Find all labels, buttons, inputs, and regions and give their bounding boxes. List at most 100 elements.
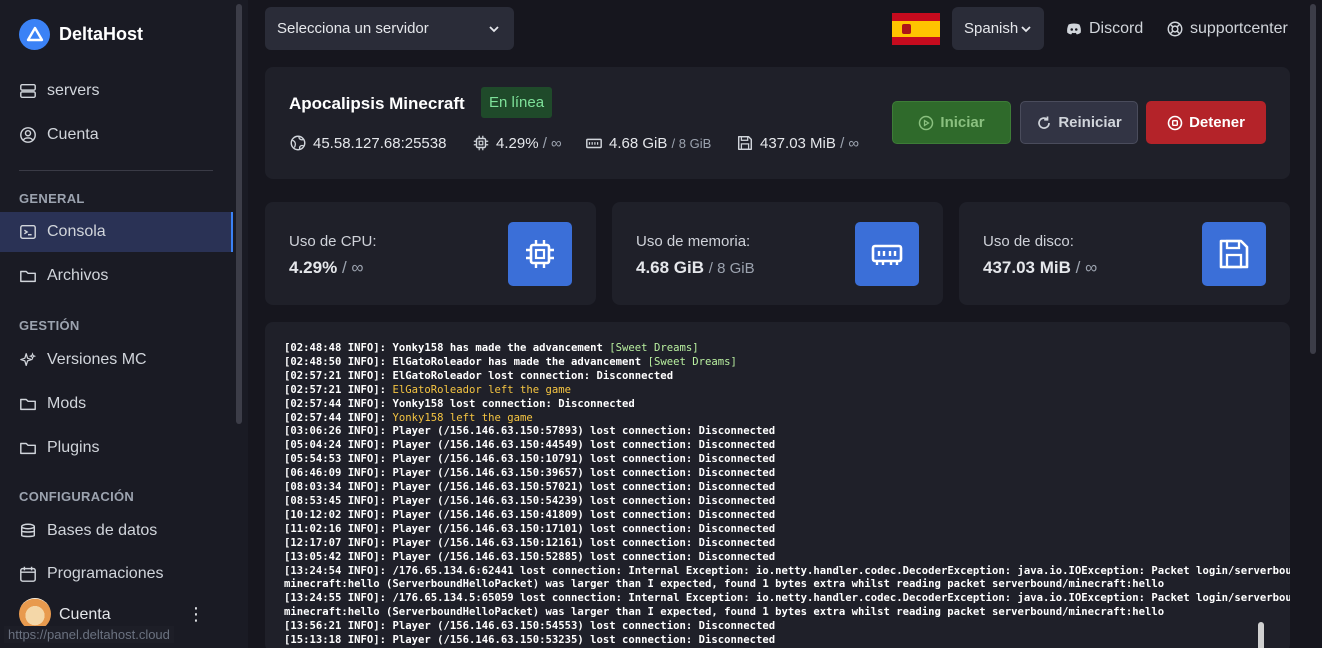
disk-limit: / ∞ bbox=[840, 134, 860, 152]
cpu-value: 4.29% bbox=[496, 134, 539, 152]
restart-button[interactable]: Reiniciar bbox=[1020, 101, 1138, 144]
server-select[interactable]: Selecciona un servidor bbox=[265, 7, 514, 50]
console-line-prefix: [03:06:26 INFO]: bbox=[284, 425, 393, 438]
brand[interactable]: DeltaHost bbox=[19, 19, 143, 50]
console-line: [12:17:07 INFO]: Player (/156.146.63.150… bbox=[284, 537, 1264, 551]
sidebar-item-versiones-mc[interactable]: Versiones MC bbox=[19, 350, 147, 370]
disk-value: 437.03 MiB bbox=[760, 134, 836, 152]
console-line: [02:57:21 INFO]: ElGatoRoleador left the… bbox=[284, 384, 1264, 398]
chevron-down-icon bbox=[1021, 25, 1031, 32]
globe-icon bbox=[290, 135, 306, 151]
server-select-label: Selecciona un servidor bbox=[277, 20, 429, 37]
console-line-prefix: [02:48:50 INFO]: bbox=[284, 355, 393, 368]
console-line-prefix: [13:05:42 INFO]: bbox=[284, 550, 393, 563]
server-header-card: Apocalipsis Minecraft En línea 45.58.127… bbox=[265, 67, 1290, 179]
console-line: [15:13:18 INFO]: Player (/156.146.63.150… bbox=[284, 634, 1264, 648]
sidebar-item-archivos[interactable]: Archivos bbox=[19, 266, 108, 286]
console-line-highlight: [Sweet Dreams] bbox=[609, 342, 699, 354]
discord-icon bbox=[1067, 23, 1081, 35]
stop-circle-icon bbox=[1167, 115, 1183, 130]
console-line-prefix: [02:57:21 INFO]: bbox=[284, 383, 393, 396]
console-scrollbar[interactable] bbox=[1258, 622, 1264, 648]
console-line-prefix: [05:04:24 INFO]: bbox=[284, 439, 393, 452]
sidebar-item-mods[interactable]: Mods bbox=[19, 394, 86, 414]
more-options-icon[interactable]: ⋮ bbox=[187, 604, 205, 624]
console-line-text: Player (/156.146.63.150:44549) lost conn… bbox=[392, 439, 776, 452]
console-line-prefix: [02:48:48 INFO]: bbox=[284, 342, 393, 354]
support-label: supportcenter bbox=[1190, 20, 1288, 37]
refresh-icon bbox=[1038, 116, 1051, 129]
console-line: [13:24:55 INFO]: /176.65.134.5:65059 los… bbox=[284, 592, 1290, 606]
discord-link[interactable]: Discord bbox=[1065, 20, 1143, 38]
deltahost-logo-icon bbox=[19, 19, 50, 50]
stop-button[interactable]: Detener bbox=[1146, 101, 1266, 144]
console-line: [02:48:48 INFO]: Yonky158 has made the a… bbox=[284, 342, 1264, 356]
cpu-usage-label: Uso de CPU: bbox=[289, 233, 377, 250]
sidebar-item-plugins[interactable]: Plugins bbox=[19, 438, 99, 458]
play-circle-icon bbox=[919, 115, 934, 130]
console-panel[interactable]: [02:48:48 INFO]: Yonky158 has made the a… bbox=[265, 322, 1290, 648]
sidebar-item-cuenta[interactable]: Cuenta bbox=[19, 125, 99, 145]
server-address: 45.58.127.68:25538 bbox=[289, 134, 446, 152]
disk-usage-limit: / ∞ bbox=[1075, 258, 1098, 277]
sidebar-item-bases-de-datos[interactable]: Bases de datos bbox=[19, 521, 157, 541]
console-line-text: Player (/156.146.63.150:54553) lost conn… bbox=[392, 620, 776, 633]
language-label: Spanish bbox=[964, 20, 1019, 37]
address-value: 45.58.127.68:25538 bbox=[313, 134, 447, 152]
main-scrollbar[interactable] bbox=[1310, 4, 1316, 354]
memory-usage-card: Uso de memoria: 4.68 GiB / 8 GiB bbox=[612, 202, 943, 305]
memory-limit: / 8 GiB bbox=[671, 135, 712, 151]
sidebar-item-servers[interactable]: servers bbox=[19, 81, 99, 101]
sidebar-item-label: Programaciones bbox=[47, 565, 164, 582]
calendar-icon bbox=[20, 566, 36, 582]
memory-usage-number: 4.68 GiB bbox=[636, 258, 705, 277]
discord-label: Discord bbox=[1089, 20, 1144, 37]
save-disk-icon bbox=[737, 135, 753, 151]
memory-value: 4.68 GiB bbox=[609, 134, 668, 152]
sidebar-item-programaciones[interactable]: Programaciones bbox=[19, 565, 164, 582]
console-line: [05:04:24 INFO]: Player (/156.146.63.150… bbox=[284, 439, 1264, 453]
support-link[interactable]: supportcenter bbox=[1166, 20, 1288, 38]
console-line-prefix: [08:03:34 INFO]: bbox=[284, 481, 393, 494]
console-line-text: Player (/156.146.63.150:57021) lost conn… bbox=[392, 481, 776, 494]
status-bar-url: https://panel.deltahost.cloud bbox=[4, 626, 174, 643]
lifebuoy-icon bbox=[1167, 21, 1183, 37]
console-line: [02:48:50 INFO]: ElGatoRoleador has made… bbox=[284, 356, 1264, 370]
server-name: Apocalipsis Minecraft bbox=[289, 94, 465, 113]
console-line-prefix: [02:57:44 INFO]: bbox=[284, 397, 393, 410]
cpu-usage-limit: / ∞ bbox=[341, 258, 364, 277]
cpu-usage-card: Uso de CPU: 4.29% / ∞ bbox=[265, 202, 596, 305]
console-line-text: Player (/156.146.63.150:41809) lost conn… bbox=[392, 508, 776, 521]
memory-usage-limit: / 8 GiB bbox=[708, 260, 755, 277]
stop-button-label: Detener bbox=[1189, 114, 1245, 131]
save-disk-icon bbox=[1202, 222, 1266, 286]
memory-usage-label: Uso de memoria: bbox=[636, 233, 751, 250]
disk-usage-number: 437.03 MiB bbox=[983, 258, 1071, 277]
memory-usage-value: 4.68 GiB / 8 GiB bbox=[636, 258, 755, 278]
console-line-prefix: [13:24:55 INFO]: bbox=[284, 592, 393, 605]
sidebar-item-label: Plugins bbox=[47, 439, 100, 456]
section-title-general: GENERAL bbox=[19, 191, 85, 206]
sidebar-scrollbar[interactable] bbox=[236, 4, 242, 424]
disk-usage-value: 437.03 MiB / ∞ bbox=[983, 258, 1097, 278]
memory-icon bbox=[855, 222, 919, 286]
start-button[interactable]: Iniciar bbox=[892, 101, 1011, 144]
console-line: [08:03:34 INFO]: Player (/156.146.63.150… bbox=[284, 481, 1264, 495]
sidebar: DeltaHost servers Cuenta GENERAL Consola… bbox=[0, 0, 248, 648]
start-button-label: Iniciar bbox=[940, 114, 985, 131]
console-line-text: /176.65.134.6:62441 lost connection: Int… bbox=[392, 564, 1290, 577]
user-name: Cuenta bbox=[59, 606, 111, 623]
console-output: [02:48:48 INFO]: Yonky158 has made the a… bbox=[284, 342, 1290, 648]
sidebar-item-label: Versiones MC bbox=[47, 351, 147, 368]
disk-usage-label: Uso de disco: bbox=[983, 233, 1074, 250]
console-line: [13:24:54 INFO]: /176.65.134.6:62441 los… bbox=[284, 565, 1290, 579]
sidebar-item-consola[interactable]: Consola bbox=[19, 222, 106, 242]
console-line: [05:54:53 INFO]: Player (/156.146.63.150… bbox=[284, 453, 1264, 467]
console-line: minecraft:hello (ServerboundHelloPacket)… bbox=[284, 606, 1264, 620]
cpu-icon bbox=[473, 135, 489, 151]
language-select[interactable]: Spanish bbox=[952, 7, 1044, 50]
server-cpu-stat: 4.29% / ∞ bbox=[472, 134, 562, 152]
spain-flag-icon[interactable] bbox=[892, 13, 940, 45]
console-line-prefix: [15:13:18 INFO]: bbox=[284, 634, 393, 647]
section-title-gestion: GESTIÓN bbox=[19, 318, 80, 333]
